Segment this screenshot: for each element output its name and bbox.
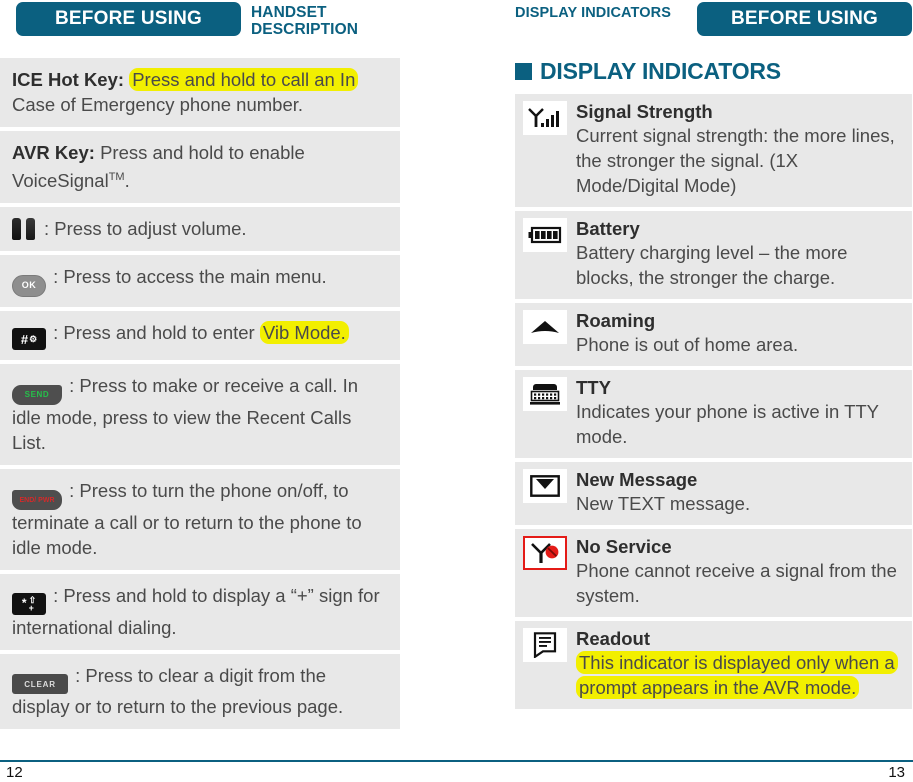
list-item: ICE Hot Key: Press and hold to call an I… (0, 58, 400, 127)
header-section-handset-description: HANDSET DESCRIPTION (251, 4, 359, 38)
no-service-icon (523, 536, 567, 570)
row-text: : Press and hold to display a “+” sign f… (12, 585, 380, 638)
page-number-left: 12 (6, 764, 23, 781)
square-bullet-icon (515, 63, 532, 80)
row-text-tail: . (124, 170, 130, 192)
ok-key-icon: OK (12, 274, 46, 297)
list-item: TTY Indicates your phone is active in TT… (515, 370, 912, 458)
list-item: * ⇧ + : Press and hold to display a “+” si… (0, 574, 400, 650)
indicator-description: This indicator is displayed only when a … (576, 650, 904, 700)
row-text: : Press to make or receive a call. In id… (12, 375, 359, 453)
row-lead-label: AVR Key: (12, 142, 95, 163)
row-text: : Press and hold to enter (53, 321, 260, 343)
list-item: SEND : Press to make or receive a call. … (0, 364, 400, 465)
row-text: : Press to access the main menu. (53, 266, 327, 288)
hash-key-icon: # ⚙ (12, 328, 46, 351)
new-message-icon (523, 469, 567, 503)
indicator-title: Readout (576, 628, 650, 649)
row-text: : Press to adjust volume. (44, 218, 247, 240)
list-item: No Service Phone cannot receive a signal… (515, 529, 912, 617)
indicator-description: Phone cannot receive a signal from the s… (576, 560, 897, 606)
indicator-title: Battery (576, 218, 640, 239)
indicator-description: Phone is out of home area. (576, 334, 799, 355)
indicator-body: Readout This indicator is displayed only… (576, 628, 904, 700)
indicator-description: Indicates your phone is active in TTY mo… (576, 401, 879, 447)
indicator-body: TTY Indicates your phone is active in TT… (576, 377, 904, 449)
indicator-title: Roaming (576, 310, 656, 331)
indicator-description: New TEXT message. (576, 493, 751, 514)
indicator-title: No Service (576, 536, 672, 557)
list-item: Readout This indicator is displayed only… (515, 621, 912, 709)
end-power-key-icon: END/ PWR (12, 490, 62, 511)
header-pill-before-using-left: BEFORE USING (16, 2, 241, 36)
page-title: DISPLAY INDICATORS (515, 58, 912, 85)
row-lead-label: ICE Hot Key: (12, 69, 125, 90)
readout-icon (523, 628, 567, 662)
list-item: # ⚙ : Press and hold to enter Vib Mode. (0, 310, 400, 361)
list-item: Signal Strength Current signal strength:… (515, 94, 912, 207)
indicator-body: No Service Phone cannot receive a signal… (576, 536, 904, 608)
roaming-icon (523, 310, 567, 344)
indicator-title: Signal Strength (576, 101, 713, 122)
indicator-description: Battery charging level – the more blocks… (576, 242, 848, 288)
indicator-body: Roaming Phone is out of home area. (576, 310, 904, 357)
indicator-body: New Message New TEXT message. (576, 469, 904, 516)
row-highlighted-text: Vib Mode. (259, 320, 349, 344)
page-number-right: 13 (888, 764, 905, 781)
list-item: OK : Press to access the main menu. (0, 255, 400, 307)
indicator-title: New Message (576, 469, 698, 490)
list-item: END/ PWR : Press to turn the phone on/of… (0, 468, 400, 571)
volume-key-icon (12, 218, 42, 241)
star-key-icon: * ⇧ + (12, 592, 46, 615)
page-title-label: DISPLAY INDICATORS (540, 58, 781, 84)
header-section-display-indicators: DISPLAY INDICATORS (515, 5, 671, 21)
battery-icon (523, 218, 567, 252)
row-text: : Press to turn the phone on/off, to ter… (12, 479, 362, 559)
list-item: : Press to adjust volume. (0, 207, 400, 252)
list-item: New Message New TEXT message. (515, 462, 912, 525)
indicator-description: Current signal strength: the more lines,… (576, 125, 895, 196)
trademark-superscript: TM (108, 171, 125, 183)
tty-icon (523, 377, 567, 411)
manual-page-spread: BEFORE USING HANDSET DESCRIPTION DISPLAY… (0, 0, 913, 782)
handset-description-list: ICE Hot Key: Press and hold to call an I… (0, 58, 400, 733)
indicator-highlighted-text: This indicator is displayed only when a … (576, 651, 898, 699)
send-key-icon: SEND (12, 384, 62, 405)
indicator-title: TTY (576, 377, 611, 398)
footer-divider (0, 760, 913, 762)
row-text: Case of Emergency phone number. (12, 94, 304, 115)
header-pill-before-using-right: BEFORE USING (697, 2, 912, 36)
display-indicators-panel: DISPLAY INDICATORS Signal Strength Curre… (515, 58, 912, 713)
signal-strength-icon (523, 101, 567, 135)
indicator-body: Battery Battery charging level – the mor… (576, 218, 904, 290)
hash-glyph: # (20, 331, 29, 347)
indicator-body: Signal Strength Current signal strength:… (576, 101, 904, 198)
row-highlighted-text: Press and hold to call an In (129, 68, 359, 91)
list-item: Battery Battery charging level – the mor… (515, 211, 912, 299)
clear-key-icon: CLEAR (12, 674, 68, 695)
list-item: Roaming Phone is out of home area. (515, 303, 912, 366)
list-item: CLEAR : Press to clear a digit from the … (0, 653, 400, 730)
star-glyph: * (21, 596, 27, 611)
list-item: AVR Key: Press and hold to enable VoiceS… (0, 131, 400, 204)
